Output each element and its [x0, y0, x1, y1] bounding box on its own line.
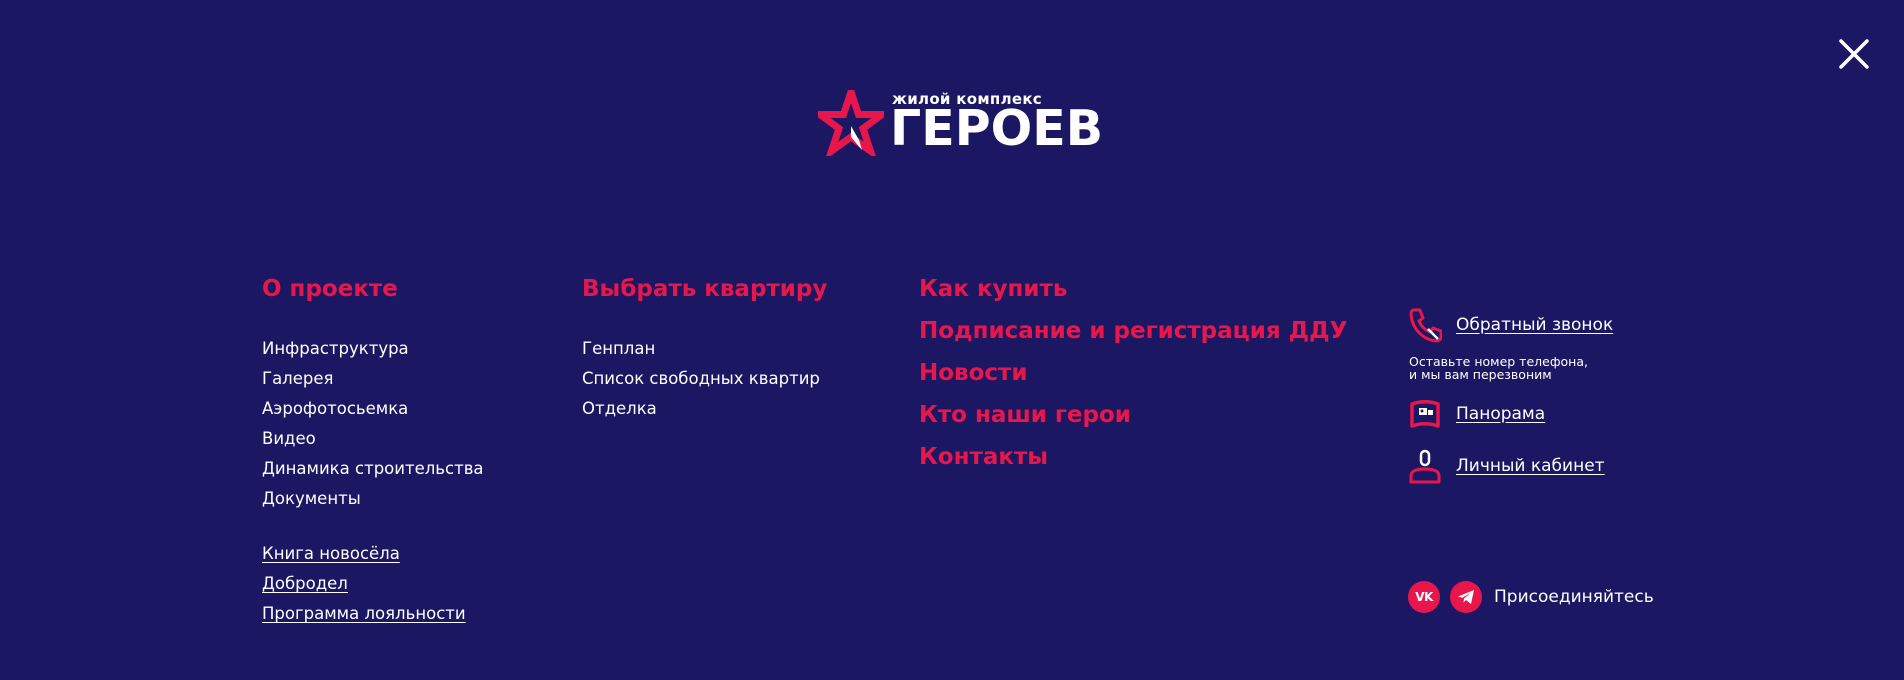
- newcomer-book-link[interactable]: Книга новосёла: [262, 544, 400, 563]
- logo[interactable]: жилой комплекс ГЕРОЕВ: [818, 88, 1103, 158]
- list-item: Отделка: [582, 394, 827, 424]
- apartments-submenu: Генплан Список свободных квартир Отделка: [582, 334, 827, 424]
- about-submenu: Инфраструктура Галерея Аэрофотосьемка Ви…: [262, 334, 484, 514]
- list-item: Генплан: [582, 334, 827, 364]
- personal-cabinet-link[interactable]: Личный кабинет: [1456, 456, 1605, 476]
- list-item: Программа лояльности: [262, 599, 484, 629]
- list-item: Аэрофотосьемка: [262, 394, 484, 424]
- list-item: Видео: [262, 424, 484, 454]
- how-to-buy-link[interactable]: Как купить: [919, 268, 1347, 310]
- menu-column-main: Как купить Подписание и регистрация ДДУ …: [919, 268, 1347, 478]
- callback-link[interactable]: Обратный звонок: [1456, 315, 1613, 335]
- list-item: Список свободных квартир: [582, 364, 827, 394]
- ddu-registration-link[interactable]: Подписание и регистрация ДДУ: [919, 310, 1347, 352]
- close-button[interactable]: [1838, 38, 1870, 70]
- gallery-link[interactable]: Галерея: [262, 369, 333, 388]
- list-item: Добродел: [262, 569, 484, 599]
- callback-row[interactable]: Обратный звонок: [1408, 307, 1613, 343]
- phone-icon: [1409, 308, 1442, 343]
- extra-links: Книга новосёла Добродел Программа лояльн…: [262, 539, 484, 629]
- list-item: Документы: [262, 484, 484, 514]
- list-item: Динамика строительства: [262, 454, 484, 484]
- documents-link[interactable]: Документы: [262, 489, 361, 508]
- panorama-icon: [1410, 400, 1440, 428]
- logo-title: ГЕРОЕВ: [890, 100, 1104, 157]
- join-label: Присоединяйтесь: [1494, 587, 1654, 607]
- construction-progress-link[interactable]: Динамика строительства: [262, 459, 484, 478]
- master-plan-link[interactable]: Генплан: [582, 339, 655, 358]
- finishing-link[interactable]: Отделка: [582, 399, 657, 418]
- user-icon: [1409, 449, 1441, 484]
- menu-column-apartments: Выбрать квартиру Генплан Список свободны…: [582, 274, 827, 424]
- about-project-link[interactable]: О проекте: [262, 274, 484, 304]
- free-apartments-link[interactable]: Список свободных квартир: [582, 369, 820, 388]
- menu-column-about: О проекте Инфраструктура Галерея Аэрофот…: [262, 274, 484, 629]
- video-link[interactable]: Видео: [262, 429, 316, 448]
- contacts-link[interactable]: Контакты: [919, 436, 1347, 478]
- infrastructure-link[interactable]: Инфраструктура: [262, 339, 409, 358]
- cabinet-row[interactable]: Личный кабинет: [1408, 448, 1605, 484]
- panorama-row[interactable]: Панорама: [1408, 396, 1545, 432]
- social-block: vk Присоединяйтесь: [1408, 581, 1654, 613]
- loyalty-program-link[interactable]: Программа лояльности: [262, 604, 466, 623]
- choose-apartment-link[interactable]: Выбрать квартиру: [582, 274, 827, 304]
- close-icon: [1839, 39, 1869, 69]
- list-item: Книга новосёла: [262, 539, 484, 569]
- news-link[interactable]: Новости: [919, 352, 1347, 394]
- vk-icon: vk: [1415, 590, 1433, 604]
- aerial-photo-link[interactable]: Аэрофотосьемка: [262, 399, 408, 418]
- star-logo-icon: [818, 90, 884, 156]
- panorama-link[interactable]: Панорама: [1456, 404, 1545, 424]
- callback-note: Оставьте номер телефона, и мы вам перезв…: [1409, 354, 1588, 382]
- our-heroes-link[interactable]: Кто наши герои: [919, 394, 1347, 436]
- list-item: Инфраструктура: [262, 334, 484, 364]
- telegram-button[interactable]: [1450, 581, 1482, 613]
- dobrodel-link[interactable]: Добродел: [262, 574, 348, 593]
- list-item: Галерея: [262, 364, 484, 394]
- telegram-icon: [1458, 590, 1474, 604]
- vk-button[interactable]: vk: [1408, 581, 1440, 613]
